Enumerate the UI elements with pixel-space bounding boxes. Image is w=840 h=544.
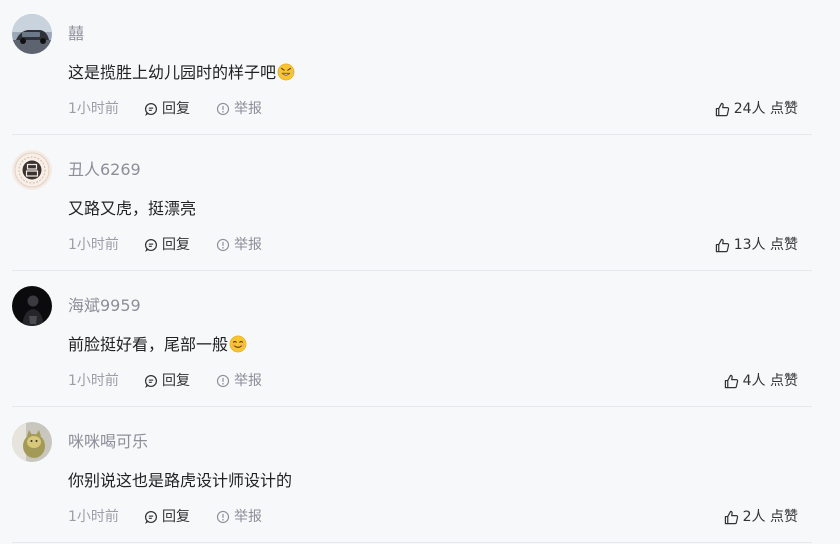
thumbs-up-icon <box>724 510 738 524</box>
comment-text: 这是揽胜上幼儿园时的样子吧 <box>68 61 295 85</box>
comment-actions: 1小时前 回复 举报 <box>68 370 798 392</box>
report-label: 举报 <box>234 509 262 525</box>
comment-item: 海斌9959 前脸挺好看，尾部一般 1小时前 回复 举报 4人 点赞 <box>0 272 840 408</box>
like-button[interactable]: 13人 点赞 <box>715 236 798 254</box>
warning-icon <box>216 374 230 388</box>
like-count: 2人 点赞 <box>742 509 798 525</box>
avatar[interactable] <box>12 14 52 54</box>
timestamp: 1小时前 <box>68 101 119 117</box>
divider <box>12 134 812 135</box>
reply-icon <box>144 238 158 252</box>
reply-label: 回复 <box>162 101 190 117</box>
cat-photo-avatar-icon <box>12 422 52 462</box>
reply-button[interactable]: 回复 <box>144 236 190 254</box>
comment-text-body: 前脸挺好看，尾部一般 <box>68 335 229 354</box>
like-count: 24人 点赞 <box>733 101 798 117</box>
like-count: 4人 点赞 <box>742 373 798 389</box>
reply-label: 回复 <box>162 373 190 389</box>
divider <box>12 406 812 407</box>
comment-actions: 1小时前 回复 举报 <box>68 234 798 256</box>
timestamp: 1小时前 <box>68 509 119 525</box>
thumbs-up-icon <box>715 238 729 252</box>
reply-button[interactable]: 回复 <box>144 100 190 118</box>
comment-text-body: 又路又虎，挺漂亮 <box>68 199 197 218</box>
timestamp: 1小时前 <box>68 237 119 253</box>
reply-label: 回复 <box>162 237 190 253</box>
like-button[interactable]: 4人 点赞 <box>724 372 798 390</box>
report-button[interactable]: 举报 <box>216 100 262 118</box>
reply-icon <box>144 102 158 116</box>
thumbs-up-icon <box>715 102 729 116</box>
reply-button[interactable]: 回复 <box>144 372 190 390</box>
comment-text: 前脸挺好看，尾部一般 <box>68 333 247 357</box>
comment-text: 又路又虎，挺漂亮 <box>68 197 196 221</box>
comment-actions: 1小时前 回复 举报 <box>68 506 798 528</box>
warning-icon <box>216 510 230 524</box>
like-count: 13人 点赞 <box>733 237 798 253</box>
username[interactable]: 丑人6269 <box>68 159 141 181</box>
smile-emoji-icon <box>229 335 247 353</box>
report-label: 举报 <box>234 237 262 253</box>
dark-portrait-avatar-icon <box>12 286 52 326</box>
comment-text-body: 这是揽胜上幼儿园时的样子吧 <box>68 63 277 82</box>
comment-item: 咪咪喝可乐 你别说这也是路虎设计师设计的 1小时前 回复 举报 2人 点赞 <box>0 408 840 544</box>
report-button[interactable]: 举报 <box>216 372 262 390</box>
avatar[interactable] <box>12 422 52 462</box>
report-button[interactable]: 举报 <box>216 508 262 526</box>
warning-icon <box>216 102 230 116</box>
timestamp: 1小时前 <box>68 373 119 389</box>
reply-button[interactable]: 回复 <box>144 508 190 526</box>
reply-icon <box>144 510 158 524</box>
report-label: 举报 <box>234 101 262 117</box>
warning-icon <box>216 238 230 252</box>
username[interactable]: 囍 <box>68 23 84 45</box>
avatar[interactable] <box>12 286 52 326</box>
like-button[interactable]: 2人 点赞 <box>724 508 798 526</box>
divider <box>12 270 812 271</box>
like-button[interactable]: 24人 点赞 <box>715 100 798 118</box>
comment-actions: 1小时前 回复 举报 <box>68 98 798 120</box>
comment-item: 丑人6269 又路又虎，挺漂亮 1小时前 回复 举报 13人 点赞 <box>0 136 840 272</box>
username[interactable]: 咪咪喝可乐 <box>68 431 148 453</box>
report-label: 举报 <box>234 373 262 389</box>
reply-icon <box>144 374 158 388</box>
comment-text-body: 你别说这也是路虎设计师设计的 <box>68 471 293 490</box>
reply-label: 回复 <box>162 509 190 525</box>
username[interactable]: 海斌9959 <box>68 295 141 317</box>
car-photo-avatar-icon <box>12 14 52 54</box>
comment-item: 囍 这是揽胜上幼儿园时的样子吧 1小时前 回复 举报 24人 点赞 <box>0 0 840 136</box>
thumbs-up-icon <box>724 374 738 388</box>
seal-badge-avatar-icon <box>12 150 52 190</box>
avatar[interactable] <box>12 150 52 190</box>
rofl-emoji-icon <box>277 63 295 81</box>
report-button[interactable]: 举报 <box>216 236 262 254</box>
comment-text: 你别说这也是路虎设计师设计的 <box>68 469 292 493</box>
